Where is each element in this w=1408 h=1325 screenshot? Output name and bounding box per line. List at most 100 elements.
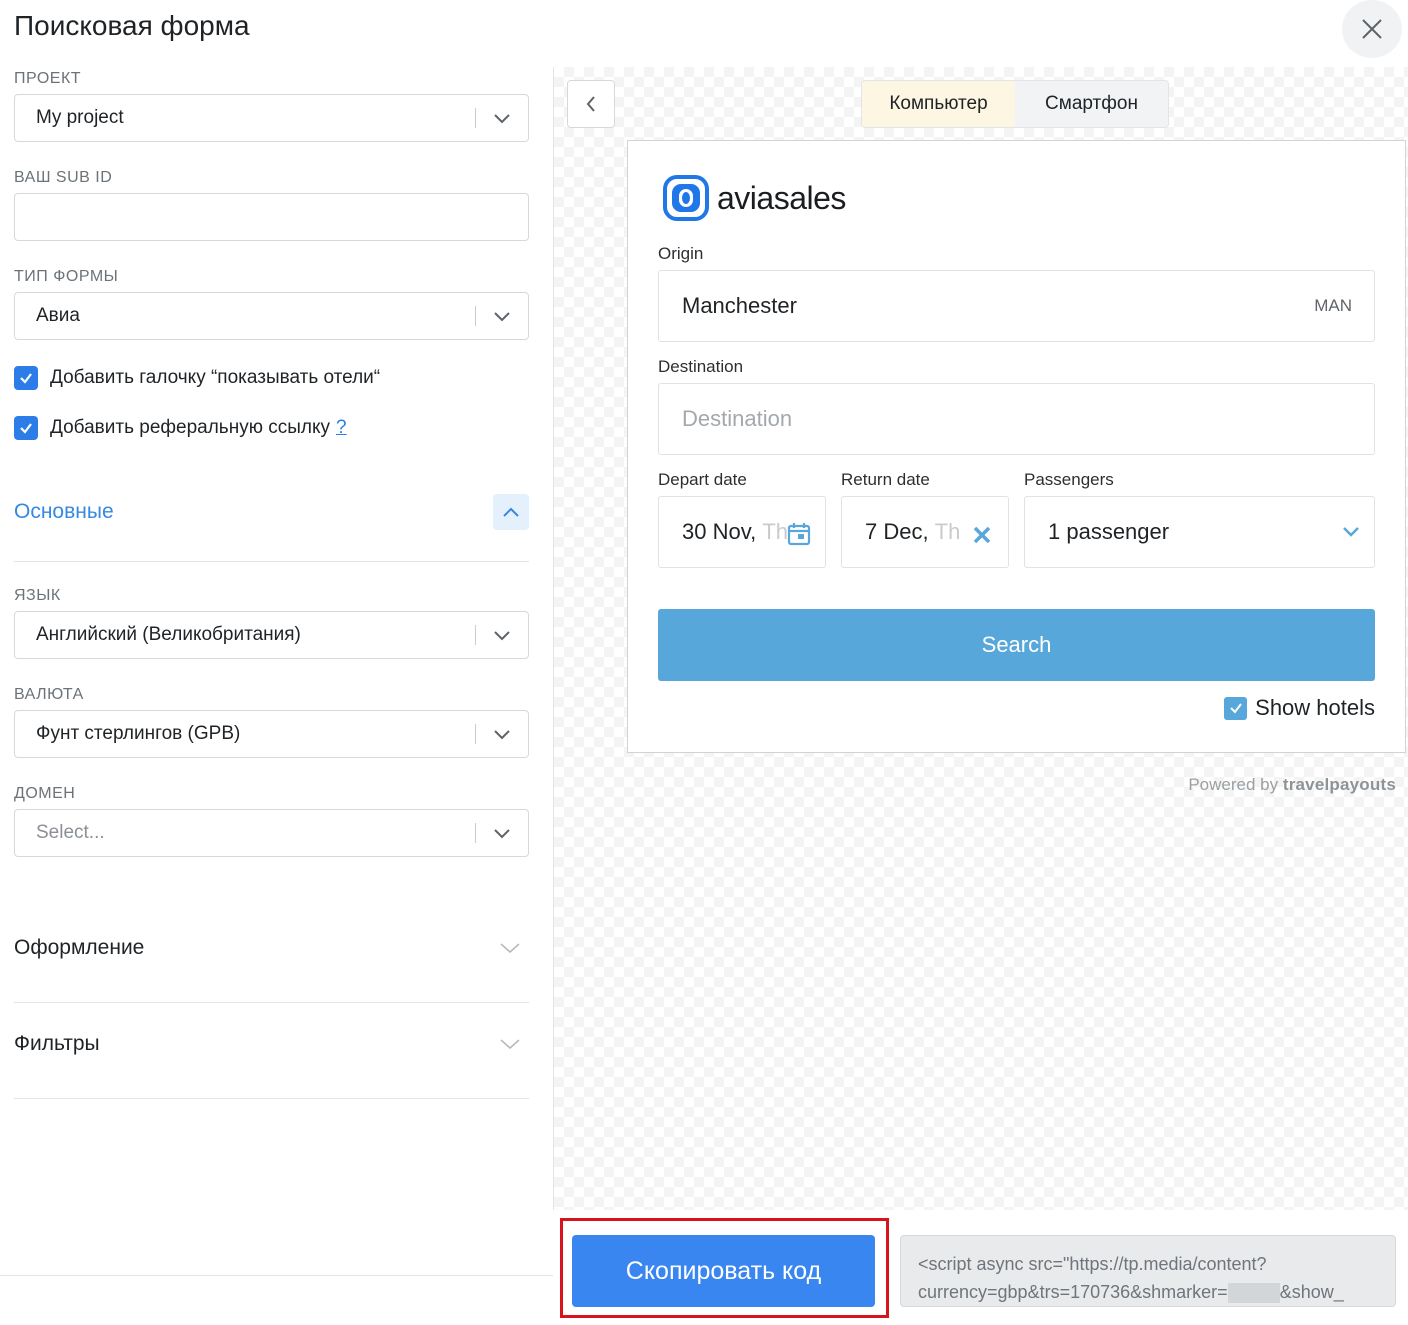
language-select[interactable]: Английский (Великобритания) <box>14 611 529 659</box>
preview-panel: Компьютер Смартфон aviasales Origin Manc… <box>553 67 1408 1210</box>
depart-date-input[interactable]: 30 Nov, Th <box>658 496 826 568</box>
form-type-select[interactable]: Авиа <box>14 292 529 340</box>
referral-link-option[interactable]: Добавить реферальную ссылку ? <box>14 416 347 440</box>
referral-link-label: Добавить реферальную ссылку <box>50 417 330 438</box>
calendar-icon <box>787 523 811 546</box>
show-hotels-checkbox[interactable] <box>14 366 38 390</box>
settings-panel: ПРОЕКТ My project ВАШ SUB ID ТИП ФОРМЫ А… <box>0 60 553 1325</box>
show-hotels-toggle[interactable]: Show hotels <box>1224 695 1375 721</box>
chevron-down-icon <box>500 943 520 954</box>
show-hotels-option[interactable]: Добавить галочку “показывать отели“ <box>14 366 380 390</box>
section-main-title: Основные <box>14 500 114 523</box>
powered-by-brand: travelpayouts <box>1282 775 1396 794</box>
origin-label: Origin <box>658 244 704 263</box>
depart-date-value: 30 Nov, <box>682 519 757 544</box>
passengers-select[interactable]: 1 passenger <box>1024 496 1375 568</box>
aviasales-logo-icon <box>663 175 709 221</box>
chevron-down-icon <box>494 730 510 740</box>
depart-date-label: Depart date <box>658 470 747 489</box>
return-date-label: Return date <box>841 470 930 489</box>
project-value: My project <box>36 107 124 128</box>
divider <box>0 1275 553 1276</box>
tab-desktop[interactable]: Компьютер <box>862 81 1015 127</box>
check-icon <box>20 373 32 384</box>
select-separator <box>475 823 476 843</box>
masked-marker <box>1227 1283 1280 1304</box>
bottom-bar: Скопировать код <script async src="https… <box>553 1210 1408 1325</box>
destination-input[interactable]: Destination <box>658 383 1375 455</box>
brand-logo: aviasales <box>663 175 846 221</box>
currency-value: Фунт стерлингов (GPB) <box>36 723 241 744</box>
chevron-down-icon <box>500 1039 520 1050</box>
select-separator <box>475 625 476 645</box>
destination-placeholder: Destination <box>682 406 793 431</box>
return-date-input[interactable]: 7 Dec, Th <box>841 496 1009 568</box>
origin-input[interactable]: Manchester MAN <box>658 270 1375 342</box>
select-separator <box>475 724 476 744</box>
depart-date-weekday: Th <box>762 519 788 544</box>
divider <box>14 1098 529 1099</box>
language-label: ЯЗЫК <box>14 587 61 604</box>
brand-name: aviasales <box>717 179 846 216</box>
back-button[interactable] <box>567 80 615 128</box>
copy-code-button[interactable]: Скопировать код <box>572 1235 875 1307</box>
chevron-down-icon <box>494 312 510 322</box>
section-design-title: Оформление <box>14 936 145 959</box>
device-tabs: Компьютер Смартфон <box>861 80 1169 128</box>
chevron-down-icon <box>494 829 510 839</box>
project-label: ПРОЕКТ <box>14 70 82 87</box>
form-type-value: Авиа <box>36 305 80 326</box>
close-button[interactable] <box>1342 0 1402 58</box>
currency-select[interactable]: Фунт стерлингов (GPB) <box>14 710 529 758</box>
section-design-header[interactable]: Оформление <box>14 936 529 960</box>
search-form-modal: Поисковая форма ПРОЕКТ My project ВАШ SU… <box>0 0 1408 1325</box>
search-widget-preview: aviasales Origin Manchester MAN Destinat… <box>627 140 1406 753</box>
tab-smartphone[interactable]: Смартфон <box>1015 81 1168 127</box>
page-title: Поисковая форма <box>14 10 250 41</box>
code-line-2-end: &show_ <box>1279 1282 1344 1302</box>
code-snippet[interactable]: <script async src="https://tp.media/cont… <box>900 1235 1396 1307</box>
return-date-value: 7 Dec, <box>865 519 929 544</box>
powered-by-prefix: Powered by <box>1188 775 1279 794</box>
chevron-up-icon <box>503 507 519 517</box>
origin-iata-code: MAN <box>1314 296 1352 315</box>
show-hotels-widget-checkbox[interactable] <box>1224 696 1248 720</box>
section-filters-title: Фильтры <box>14 1032 100 1055</box>
divider <box>14 1002 529 1003</box>
section-filters-header[interactable]: Фильтры <box>14 1032 529 1056</box>
code-line-1: <script async src="https://tp.media/cont… <box>918 1254 1267 1274</box>
subid-input[interactable] <box>14 193 529 241</box>
passengers-value: 1 passenger <box>1048 519 1170 544</box>
project-select[interactable]: My project <box>14 94 529 142</box>
domain-select[interactable]: Select... <box>14 809 529 857</box>
currency-label: ВАЛЮТА <box>14 686 84 703</box>
domain-label: ДОМЕН <box>14 785 76 802</box>
check-icon <box>20 423 32 434</box>
referral-link-checkbox[interactable] <box>14 416 38 440</box>
domain-placeholder: Select... <box>36 822 105 843</box>
destination-label: Destination <box>658 357 744 376</box>
divider <box>14 561 529 562</box>
form-type-label: ТИП ФОРМЫ <box>14 268 119 285</box>
show-hotels-option-label: Добавить галочку “показывать отели“ <box>50 367 381 388</box>
search-button[interactable]: Search <box>658 609 1375 681</box>
code-line-2: currency=gbp&trs=170736&shmarker= <box>918 1282 1228 1302</box>
chevron-down-icon <box>494 631 510 641</box>
section-main-header[interactable]: Основные <box>14 494 529 530</box>
origin-value: Manchester <box>682 293 797 318</box>
help-link[interactable]: ? <box>336 417 347 439</box>
chevron-down-icon <box>1343 527 1359 537</box>
clear-icon[interactable] <box>972 525 992 545</box>
collapse-button[interactable] <box>493 494 529 530</box>
return-date-weekday: Th <box>934 519 961 544</box>
chevron-left-icon <box>586 96 595 112</box>
passengers-label: Passengers <box>1024 470 1114 489</box>
select-separator <box>475 306 476 326</box>
show-hotels-label: Show hotels <box>1255 695 1375 720</box>
language-value: Английский (Великобритания) <box>36 624 301 645</box>
close-icon <box>1362 19 1382 39</box>
powered-by: Powered by travelpayouts <box>1188 775 1396 795</box>
check-icon <box>1229 703 1242 714</box>
subid-label: ВАШ SUB ID <box>14 169 113 186</box>
select-separator <box>475 108 476 128</box>
